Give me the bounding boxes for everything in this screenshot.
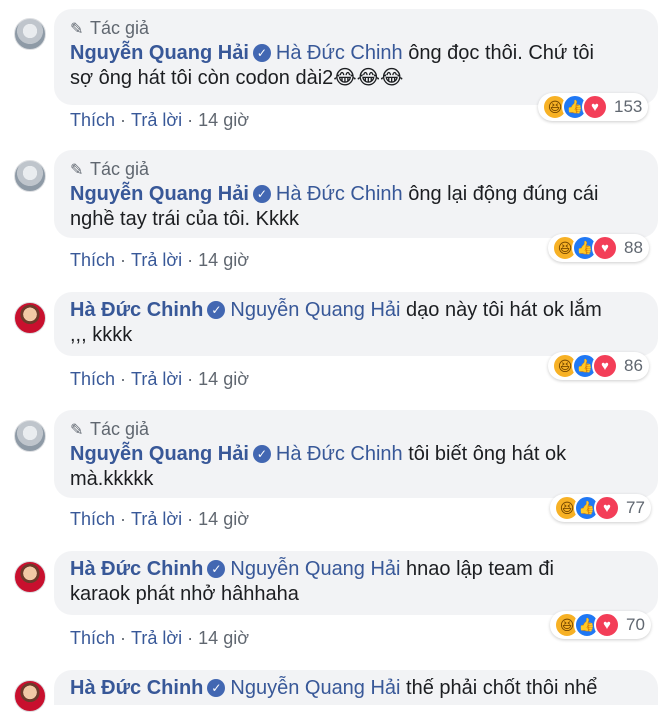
comment-text: hnao lập team đi — [400, 558, 554, 580]
author-tag: ✎ Tác giả — [70, 156, 644, 182]
mention-link[interactable]: Hà Đức Chinh — [276, 443, 403, 465]
mention-link[interactable]: Hà Đức Chinh — [276, 183, 403, 205]
mention-link[interactable]: Nguyễn Quang Hải — [230, 677, 400, 699]
love-reaction-icon: ♥ — [594, 495, 620, 521]
like-link[interactable]: Thích — [70, 110, 115, 130]
reaction-summary[interactable]: 😆 👍 ♥ 70 — [550, 611, 651, 639]
comment-text: ông đọc thôi. Chứ tôi — [402, 42, 594, 64]
comment-bubble: ✎ Tác giả Nguyễn Quang Hải ✓ Hà Đức Chinh ô… — [54, 9, 658, 105]
timestamp[interactable]: 14 giờ — [198, 628, 249, 648]
avatar[interactable] — [14, 420, 46, 452]
reaction-summary[interactable]: 😆 👍 ♥ 153 — [538, 93, 649, 121]
reply-link[interactable]: Trả lời — [131, 250, 182, 270]
comment-bubble: Hà Đức Chinh ✓ Nguyễn Quang Hải hnao lập t… — [54, 551, 658, 615]
mention-link[interactable]: Hà Đức Chinh — [276, 42, 403, 64]
timestamp[interactable]: 14 giờ — [198, 250, 249, 270]
comment-author[interactable]: Nguyễn Quang Hải — [70, 42, 249, 64]
like-link[interactable]: Thích — [70, 628, 115, 648]
comment-text: thế phải chốt thôi nhể — [400, 677, 598, 699]
like-link[interactable]: Thích — [70, 509, 115, 529]
mention-link[interactable]: Nguyễn Quang Hải — [230, 558, 400, 580]
like-link[interactable]: Thích — [70, 250, 115, 270]
verified-badge-icon: ✓ — [207, 679, 226, 697]
avatar[interactable] — [14, 18, 46, 50]
timestamp[interactable]: 14 giờ — [198, 369, 249, 389]
comment-actions: Thích · Trả lời · 14 giờ — [70, 628, 250, 648]
verified-badge-icon: ✓ — [207, 560, 226, 578]
avatar[interactable] — [14, 680, 46, 712]
reaction-count: 88 — [624, 238, 643, 257]
author-tag: ✎ Tác giả — [70, 416, 644, 442]
comment-actions: Thích · Trả lời · 14 giờ — [70, 509, 250, 529]
reply-link[interactable]: Trả lời — [131, 509, 182, 529]
comment-bubble: Hà Đức Chinh ✓ Nguyễn Quang Hải thế phải c… — [54, 670, 658, 705]
comment-bubble: ✎ Tác giả Nguyễn Quang Hải ✓ Hà Đức Chinh t… — [54, 410, 658, 498]
pencil-icon: ✎ — [70, 21, 84, 38]
comment-text: dạo này tôi hát ok lắm — [400, 299, 602, 321]
comment-actions: Thích · Trả lời · 14 giờ — [70, 110, 250, 130]
reaction-count: 86 — [624, 356, 643, 375]
comment-author[interactable]: Hà Đức Chinh — [70, 299, 203, 321]
comment-bubble: Hà Đức Chinh ✓ Nguyễn Quang Hải dạo này tô… — [54, 292, 658, 356]
comment-text: tôi biết ông hát ok — [402, 443, 567, 465]
author-tag: ✎ Tác giả — [70, 15, 644, 41]
comment-text: karaok phát nhở hâhhaha — [70, 583, 299, 605]
verified-badge-icon: ✓ — [252, 445, 271, 463]
love-reaction-icon: ♥ — [594, 612, 620, 638]
comment-text: mà.kkkkk — [70, 468, 154, 490]
reply-link[interactable]: Trả lời — [131, 369, 182, 389]
reaction-summary[interactable]: 😆 👍 ♥ 88 — [548, 234, 649, 262]
love-reaction-icon: ♥ — [592, 353, 618, 379]
verified-badge-icon: ✓ — [252, 44, 271, 62]
pencil-icon: ✎ — [70, 162, 84, 179]
avatar[interactable] — [14, 561, 46, 593]
comment-text: sợ ông hát tôi còn codon dài2😂😂😂 — [70, 67, 404, 89]
avatar[interactable] — [14, 302, 46, 334]
reply-link[interactable]: Trả lời — [131, 110, 182, 130]
reply-link[interactable]: Trả lời — [131, 628, 182, 648]
reaction-count: 70 — [626, 615, 645, 634]
comment-bubble: ✎ Tác giả Nguyễn Quang Hải ✓ Hà Đức Chinh ô… — [54, 150, 658, 238]
pencil-icon: ✎ — [70, 422, 84, 439]
comment-text: ,,, kkkk — [70, 324, 133, 346]
comment-text: nghề tay trái của tôi. Kkkk — [70, 208, 300, 230]
comment-author[interactable]: Hà Đức Chinh — [70, 558, 203, 580]
comment-text: ông lại động đúng cái — [402, 183, 599, 205]
verified-badge-icon: ✓ — [207, 301, 226, 319]
like-link[interactable]: Thích — [70, 369, 115, 389]
verified-badge-icon: ✓ — [252, 185, 271, 203]
comment-actions: Thích · Trả lời · 14 giờ — [70, 250, 250, 270]
reaction-summary[interactable]: 😆 👍 ♥ 86 — [548, 352, 649, 380]
reaction-summary[interactable]: 😆 👍 ♥ 77 — [550, 494, 651, 522]
comment-author[interactable]: Nguyễn Quang Hải — [70, 443, 249, 465]
timestamp[interactable]: 14 giờ — [198, 110, 249, 130]
love-reaction-icon: ♥ — [582, 94, 608, 120]
comment-actions: Thích · Trả lời · 14 giờ — [70, 369, 250, 389]
avatar[interactable] — [14, 160, 46, 192]
reaction-count: 153 — [614, 97, 643, 116]
love-reaction-icon: ♥ — [592, 235, 618, 261]
mention-link[interactable]: Nguyễn Quang Hải — [230, 299, 400, 321]
comment-author[interactable]: Nguyễn Quang Hải — [70, 183, 249, 205]
reaction-count: 77 — [626, 498, 645, 517]
comment-author[interactable]: Hà Đức Chinh — [70, 677, 203, 699]
timestamp[interactable]: 14 giờ — [198, 509, 249, 529]
